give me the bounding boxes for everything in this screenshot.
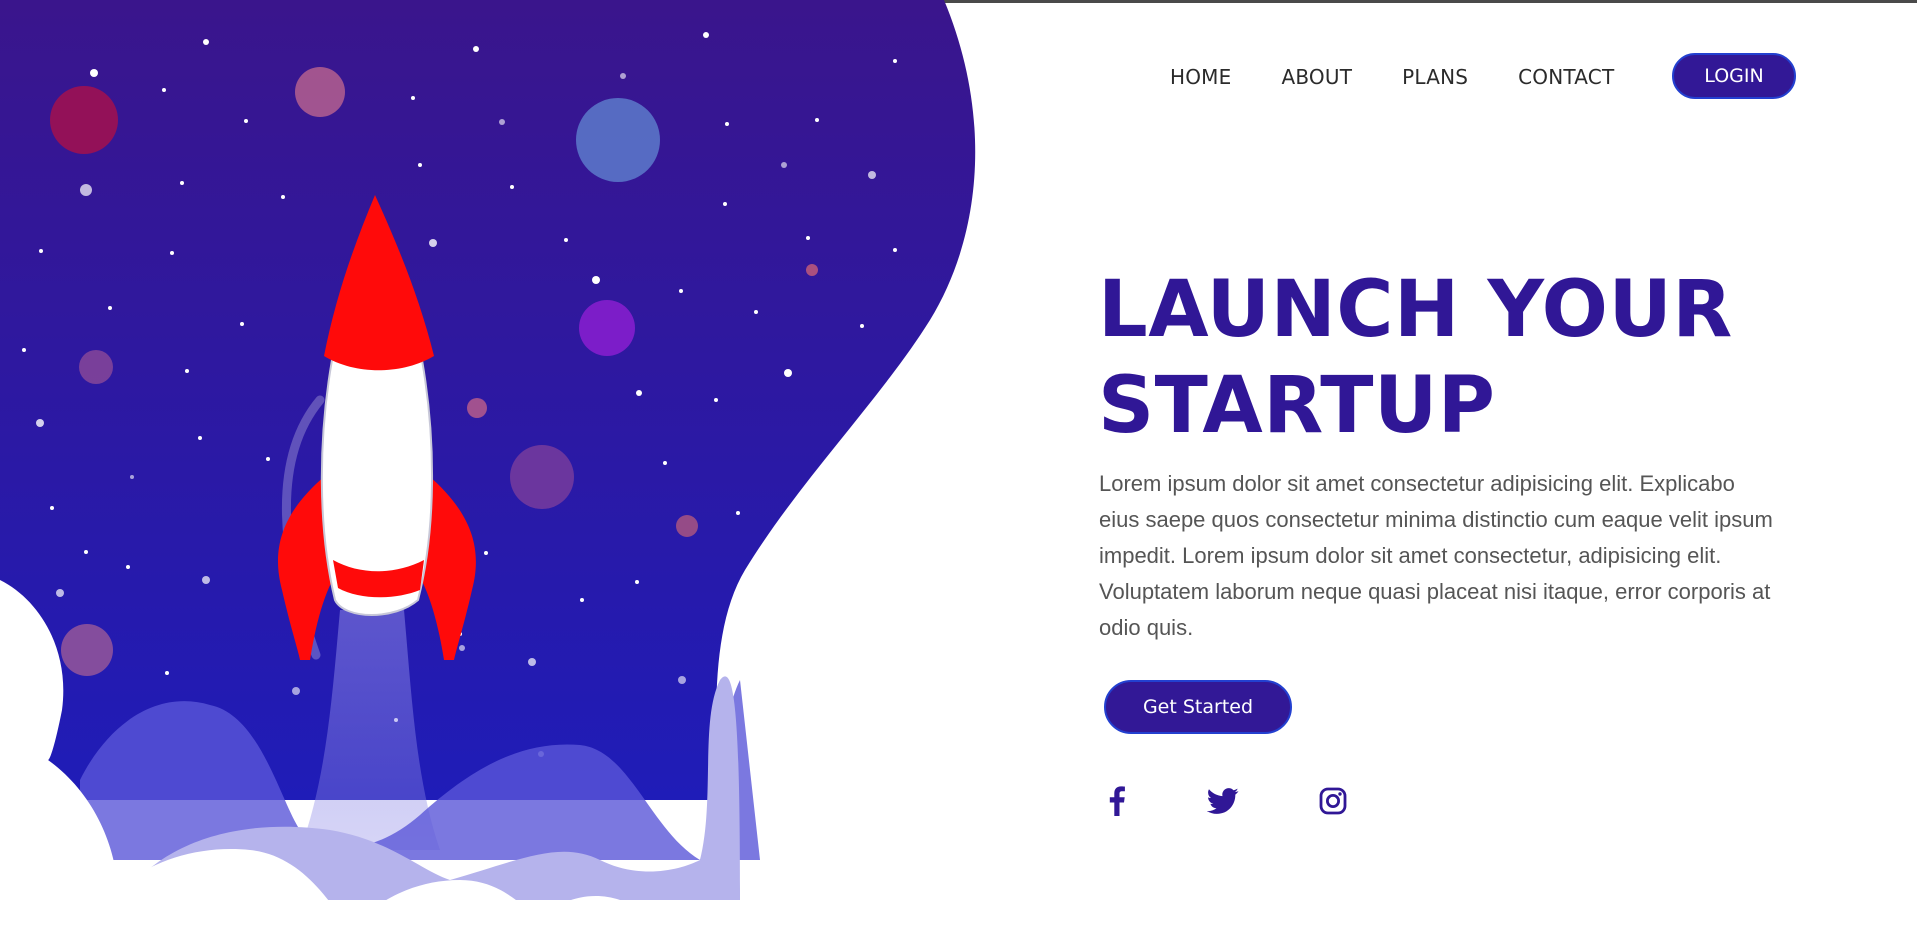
- main-nav: HOME ABOUT PLANS CONTACT: [1170, 52, 1664, 102]
- hero-title-line1: LAUNCH YOUR: [1098, 265, 1733, 355]
- space-background: [0, 0, 976, 800]
- hero-description: Lorem ipsum dolor sit amet consectetur a…: [1099, 471, 1773, 640]
- nav-plans[interactable]: PLANS: [1402, 65, 1468, 89]
- nav-about[interactable]: ABOUT: [1281, 65, 1352, 89]
- facebook-icon[interactable]: [1100, 784, 1134, 818]
- twitter-icon[interactable]: [1206, 784, 1240, 818]
- hero-title: LAUNCH YOUR STARTUP: [1098, 262, 1798, 454]
- get-started-button[interactable]: Get Started: [1104, 680, 1292, 734]
- instagram-icon[interactable]: [1316, 784, 1350, 818]
- nav-home[interactable]: HOME: [1170, 65, 1231, 89]
- login-button[interactable]: LOGIN: [1672, 53, 1796, 99]
- rocket-hero-illustration: [0, 0, 976, 952]
- hero-title-line2: STARTUP: [1098, 361, 1496, 451]
- nav-contact[interactable]: CONTACT: [1518, 65, 1614, 89]
